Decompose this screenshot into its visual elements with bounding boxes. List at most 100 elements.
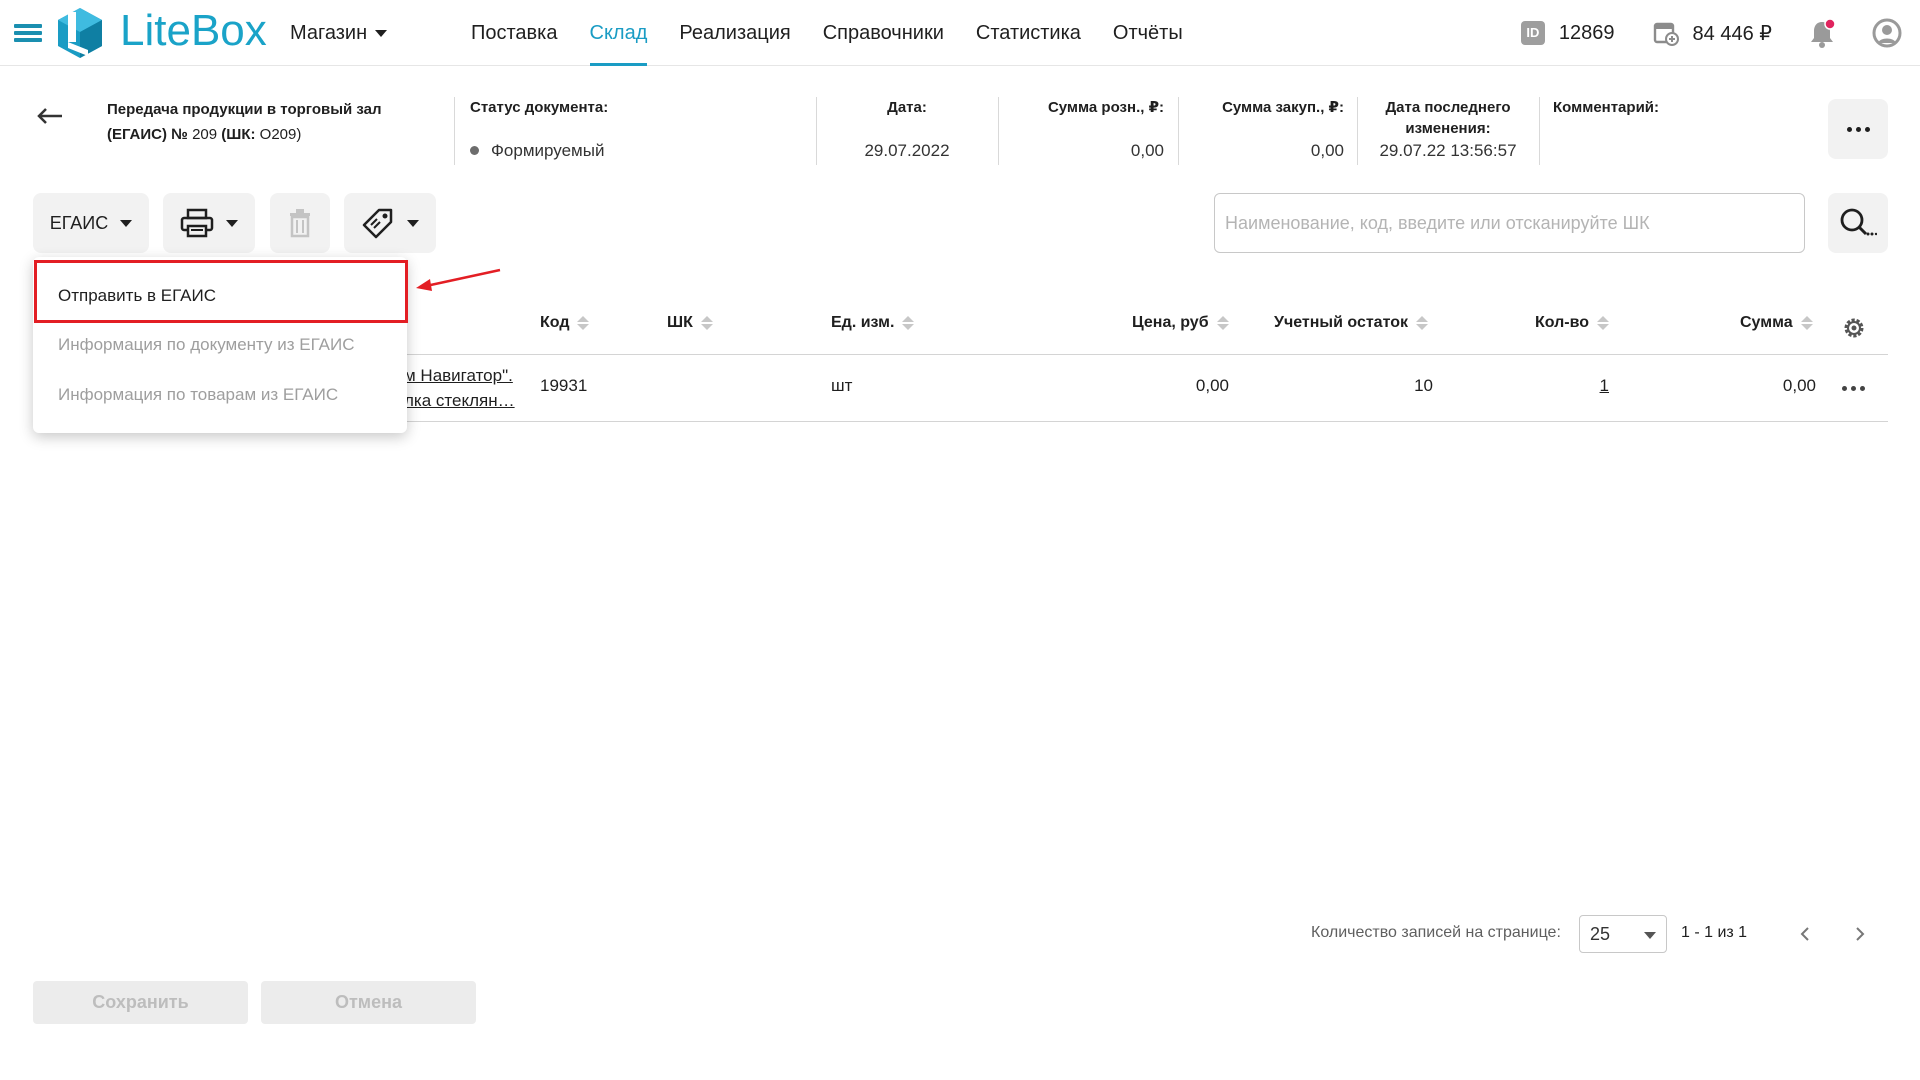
header-divider xyxy=(454,97,455,165)
search-input[interactable] xyxy=(1214,193,1805,253)
chevron-right-icon[interactable] xyxy=(1850,924,1870,944)
product-name-link[interactable]: м Навигатор". лка стеклян… xyxy=(404,363,524,413)
store-selector[interactable]: Магазин xyxy=(290,22,388,45)
cell-unit: шт xyxy=(831,376,853,395)
column-header-sum[interactable]: Сумма xyxy=(1740,314,1813,332)
user-avatar-icon[interactable] xyxy=(1872,18,1902,48)
column-header-barcode[interactable]: ШК xyxy=(667,314,713,332)
price-tag-icon xyxy=(362,208,393,239)
nav-item-directories[interactable]: Справочники xyxy=(807,0,960,66)
sort-icon xyxy=(1597,316,1610,330)
column-header-label: Учетный остаток xyxy=(1274,314,1408,331)
annotation-arrow-icon xyxy=(416,268,501,291)
status-dot-icon xyxy=(470,146,479,156)
status-value-wrap: Формируемый xyxy=(470,141,810,161)
nav-item-sales[interactable]: Реализация xyxy=(663,0,806,66)
caret-down-icon xyxy=(120,219,133,227)
logo-text: LiteBox xyxy=(120,6,267,55)
column-header-label: Кол-во xyxy=(1535,314,1590,331)
cell-code: 19931 xyxy=(540,376,588,395)
pagination-range: 1 - 1 из 1 xyxy=(1681,924,1748,941)
nav-item-supply[interactable]: Поставка xyxy=(455,0,574,66)
row-more-button[interactable] xyxy=(1842,386,1865,391)
cell-sum: 0,00 xyxy=(1782,376,1816,395)
more-dot xyxy=(1846,126,1852,132)
column-header-unit[interactable]: Ед. изм. xyxy=(831,314,915,332)
egais-button-label: ЕГАИС xyxy=(49,212,109,233)
comment-column: Комментарий: xyxy=(1553,97,1753,165)
main-nav: Поставка Склад Реализация Справочники Ст… xyxy=(455,0,1199,66)
nav-item-warehouse[interactable]: Склад xyxy=(574,0,664,66)
printer-icon xyxy=(180,208,214,238)
retail-sum-label: Сумма розн., ₽: xyxy=(1047,99,1164,116)
trash-icon xyxy=(290,209,310,238)
last-change-value: 29.07.22 13:56:57 xyxy=(1379,141,1517,160)
last-change-label: Дата последнего изменения: xyxy=(1385,99,1511,137)
purchase-sum-label: Сумма закуп., ₽: xyxy=(1222,99,1344,116)
nav-item-reports[interactable]: Отчёты xyxy=(1097,0,1199,66)
header-right-tools: ID 12869 84 446 ₽ xyxy=(1520,0,1902,66)
column-header-label: Сумма xyxy=(1740,314,1793,331)
status-label: Статус документа: xyxy=(470,99,609,116)
column-header-label: Ед. изм. xyxy=(831,314,895,331)
caret-down-icon xyxy=(375,30,388,37)
balance-value: 84 446 ₽ xyxy=(1692,22,1772,45)
column-header-label: Код xyxy=(540,314,570,331)
comment-label: Комментарий: xyxy=(1553,99,1660,116)
chevron-left-icon[interactable] xyxy=(1795,924,1815,944)
bell-icon[interactable] xyxy=(1808,18,1836,48)
menu-item-goods-info-egais[interactable]: Информация по товарам из ЕГАИС xyxy=(33,370,407,420)
date-value: 29.07.2022 xyxy=(864,141,950,160)
sort-icon xyxy=(577,316,590,330)
sort-icon xyxy=(1216,316,1229,330)
document-more-button[interactable] xyxy=(1828,99,1888,159)
document-number: 209 xyxy=(192,126,218,143)
purchase-sum-value: 0,00 xyxy=(1310,141,1344,160)
account-id: 12869 xyxy=(1558,21,1615,44)
column-header-code[interactable]: Код xyxy=(540,314,590,332)
sort-icon xyxy=(902,316,915,330)
caret-down-icon xyxy=(407,219,419,227)
highlight-annotation-box xyxy=(34,260,408,323)
per-page-value: 25 xyxy=(1590,924,1611,944)
status-value: Формируемый xyxy=(491,141,605,160)
column-header-price[interactable]: Цена, руб xyxy=(1132,314,1229,332)
caret-down-icon xyxy=(226,219,238,227)
cell-stock: 10 xyxy=(1414,376,1433,395)
document-title: Передача продукции в торговый зал (ЕГАИС… xyxy=(107,97,437,147)
egais-menu-button[interactable]: ЕГАИС xyxy=(33,193,149,253)
more-dot xyxy=(1860,386,1865,391)
litebox-logo-icon xyxy=(58,8,102,58)
column-header-label: Цена, руб xyxy=(1132,314,1209,331)
search-button[interactable] xyxy=(1828,193,1888,253)
date-label: Дата: xyxy=(887,99,927,116)
more-dot xyxy=(1842,386,1847,391)
document-code: О209) xyxy=(259,126,302,143)
cell-quantity-editable[interactable]: 1 xyxy=(1560,376,1609,396)
date-column: Дата: 29.07.2022 xyxy=(817,97,997,165)
document-code-label: (ШК: xyxy=(221,126,256,143)
sort-icon xyxy=(700,316,713,330)
back-arrow-icon[interactable] xyxy=(36,104,64,128)
retail-sum-column: Сумма розн., ₽: 0,00 xyxy=(999,97,1164,165)
menu-icon[interactable] xyxy=(14,24,42,42)
more-dot xyxy=(1864,126,1870,132)
store-label: Магазин xyxy=(290,22,368,44)
per-page-select[interactable]: 25 xyxy=(1579,915,1667,953)
menu-item-document-info-egais[interactable]: Информация по документу из ЕГАИС xyxy=(33,320,407,370)
cancel-button[interactable]: Отмена xyxy=(261,981,476,1024)
delete-button[interactable] xyxy=(270,193,330,253)
status-column: Статус документа: Формируемый xyxy=(470,97,810,165)
product-name-line: лка стеклян… xyxy=(404,391,515,410)
gear-icon[interactable] xyxy=(1842,316,1866,340)
column-header-stock[interactable]: Учетный остаток xyxy=(1274,314,1428,332)
sort-icon xyxy=(1415,316,1428,330)
header-divider xyxy=(1539,97,1540,165)
more-dot xyxy=(1855,126,1861,132)
print-menu-button[interactable] xyxy=(163,193,255,253)
wallet-add-icon[interactable] xyxy=(1653,20,1679,46)
nav-item-statistics[interactable]: Статистика xyxy=(960,0,1097,66)
save-button[interactable]: Сохранить xyxy=(33,981,248,1024)
column-header-quantity[interactable]: Кол-во xyxy=(1535,314,1610,332)
price-tag-menu-button[interactable] xyxy=(344,193,436,253)
